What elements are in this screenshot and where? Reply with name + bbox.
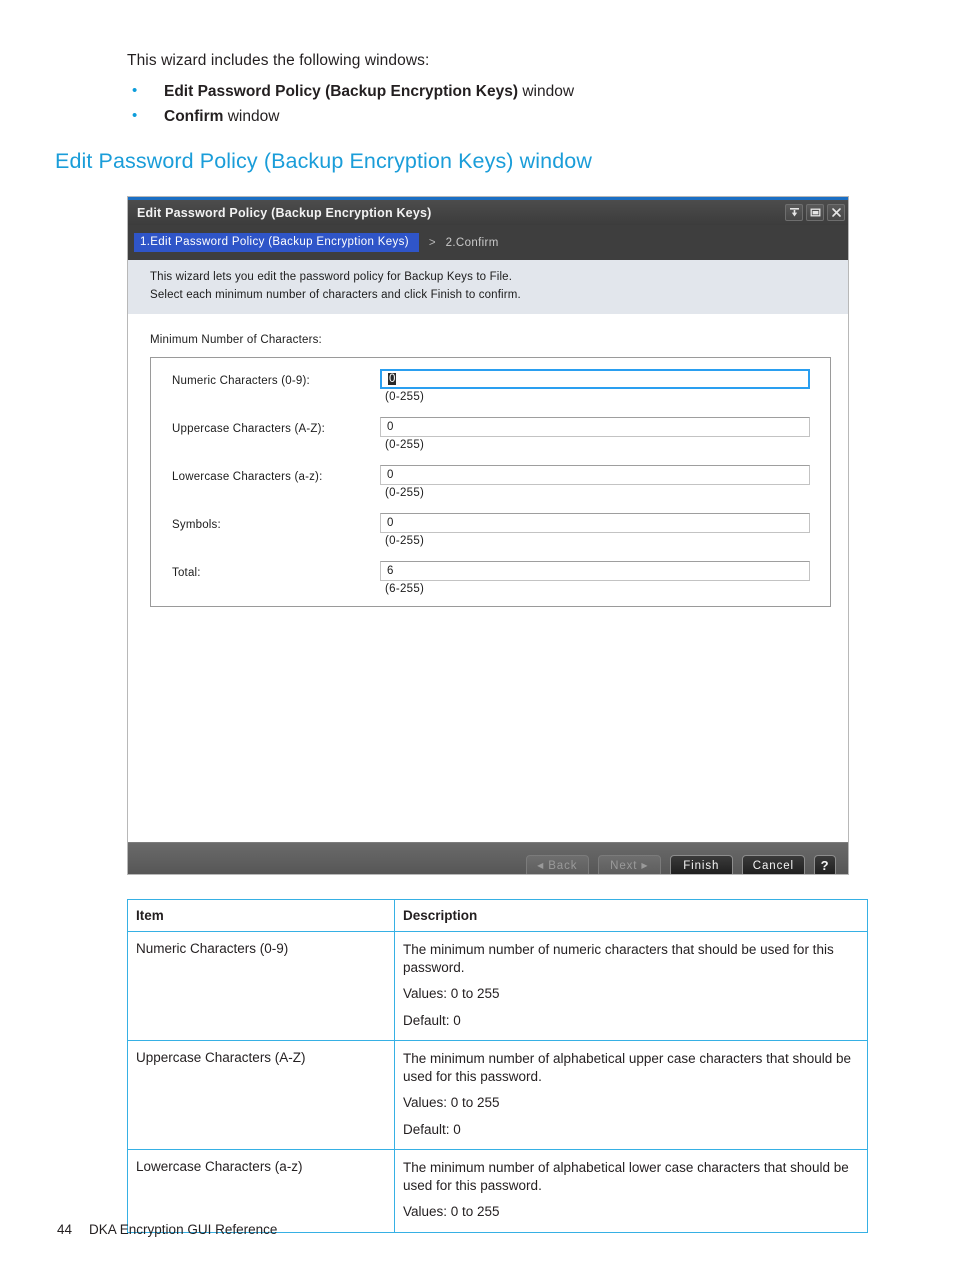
desc-values: Values: 0 to 255: [403, 1095, 500, 1111]
wizard-breadcrumb: 1.Edit Password Policy (Backup Encryptio…: [128, 225, 848, 260]
symbols-range: (0-255): [385, 534, 425, 547]
list-item-text: Edit Password Policy (Backup Encryption …: [164, 82, 574, 101]
table-row: Uppercase Characters (A-Z) The minimum n…: [127, 1040, 868, 1151]
field-row-symbols: Symbols: 0 (0-255): [151, 509, 830, 557]
list-item-rest: window: [223, 108, 280, 126]
row-description: The minimum number of alphabetical upper…: [394, 1040, 868, 1151]
left-arrow-icon: ◀: [537, 860, 545, 870]
page-number: 44: [57, 1222, 73, 1237]
desc-line: The minimum number of alphabetical upper…: [403, 1051, 851, 1084]
field-row-total: Total: 6 (6-255): [151, 557, 830, 605]
total-input[interactable]: 6: [380, 560, 810, 581]
list-item-bold: Confirm: [164, 108, 224, 126]
intro-paragraph: This wizard includes the following windo…: [127, 52, 430, 69]
next-button-label: Next: [610, 859, 638, 872]
bullet-icon: •: [132, 107, 138, 125]
symbols-input[interactable]: 0: [380, 512, 810, 533]
instruction-line-1: This wizard lets you edit the password p…: [150, 271, 513, 283]
list-item-rest: window: [518, 83, 575, 100]
column-header-description: Description: [394, 899, 868, 932]
desc-values: Values: 0 to 255: [403, 986, 500, 1002]
back-button[interactable]: ◀ Back: [525, 854, 589, 874]
document-page: This wizard includes the following windo…: [0, 0, 954, 1271]
breadcrumb-step-1[interactable]: 1.Edit Password Policy (Backup Encryptio…: [134, 233, 419, 252]
uppercase-characters-input[interactable]: 0: [380, 416, 810, 437]
total-label: Total:: [172, 566, 201, 579]
numeric-characters-input[interactable]: 0: [380, 368, 810, 389]
close-icon[interactable]: [827, 204, 845, 221]
breadcrumb-separator: >: [428, 236, 436, 249]
collapse-icon[interactable]: [785, 204, 803, 221]
dialog-footer: ◀ Back Next ▶ Finish Cancel ?: [128, 841, 848, 874]
row-item: Uppercase Characters (A-Z): [127, 1040, 395, 1151]
numeric-characters-range: (0-255): [385, 390, 425, 403]
desc-default: Default: 0: [403, 1012, 461, 1028]
table-header-row: Item Description: [127, 899, 868, 932]
section-heading: Edit Password Policy (Backup Encryption …: [55, 149, 592, 173]
desc-line: The minimum number of alphabetical lower…: [403, 1160, 849, 1193]
reference-table: Item Description Numeric Characters (0-9…: [127, 899, 868, 1234]
row-item: Lowercase Characters (a-z): [127, 1149, 395, 1234]
help-button[interactable]: ?: [814, 854, 836, 874]
desc-line: The minimum number of numeric characters…: [403, 942, 834, 975]
minimum-characters-fieldset: Numeric Characters (0-9): 0 (0-255) Uppe…: [150, 356, 831, 607]
list-item-text: Confirm window: [164, 107, 279, 126]
maximize-icon[interactable]: [806, 204, 824, 221]
field-row-lowercase: Lowercase Characters (a-z): 0 (0-255): [151, 461, 830, 509]
field-row-uppercase: Uppercase Characters (A-Z): 0 (0-255): [151, 413, 830, 461]
back-button-label: Back: [548, 859, 578, 872]
uppercase-characters-label: Uppercase Characters (A-Z):: [172, 422, 326, 435]
row-description: The minimum number of alphabetical lower…: [394, 1149, 868, 1234]
instruction-line-2: Select each minimum number of characters…: [150, 288, 521, 301]
row-description: The minimum number of numeric characters…: [394, 930, 868, 1042]
lowercase-characters-range: (0-255): [385, 486, 425, 499]
table-row: Lowercase Characters (a-z) The minimum n…: [127, 1149, 868, 1234]
book-title: DKA Encryption GUI Reference: [89, 1222, 278, 1237]
list-item: • Edit Password Policy (Backup Encryptio…: [127, 82, 867, 101]
dialog-title: Edit Password Policy (Backup Encryption …: [137, 205, 432, 220]
desc-values: Values: 0 to 255: [403, 1204, 500, 1220]
total-range: (6-255): [385, 582, 425, 595]
column-header-item: Item: [127, 899, 395, 932]
field-row-numeric: Numeric Characters (0-9): 0 (0-255): [151, 365, 830, 413]
row-item: Numeric Characters (0-9): [127, 930, 395, 1042]
desc-default: Default: 0: [403, 1121, 461, 1137]
window-bullet-list: • Edit Password Policy (Backup Encryptio…: [127, 82, 867, 133]
numeric-characters-label: Numeric Characters (0-9):: [172, 374, 310, 387]
bullet-icon: •: [132, 82, 138, 99]
right-arrow-icon: ▶: [641, 860, 649, 870]
window-controls: [785, 204, 845, 221]
next-button[interactable]: Next ▶: [597, 854, 661, 874]
uppercase-characters-range: (0-255): [385, 438, 425, 451]
table-row: Numeric Characters (0-9) The minimum num…: [127, 930, 868, 1042]
finish-button[interactable]: Finish: [669, 854, 733, 874]
list-item-bold: Edit Password Policy (Backup Encryption …: [164, 83, 519, 100]
dialog-titlebar: Edit Password Policy (Backup Encryption …: [128, 200, 848, 225]
symbols-label: Symbols:: [172, 518, 221, 531]
numeric-characters-value: 0: [388, 372, 397, 385]
group-caption: Minimum Number of Characters:: [150, 333, 322, 346]
dialog-screenshot: Edit Password Policy (Backup Encryption …: [127, 196, 849, 875]
page-footer: 44 DKA Encryption GUI Reference: [57, 1222, 277, 1237]
list-item: • Confirm window: [127, 107, 867, 126]
instruction-band: This wizard lets you edit the password p…: [128, 260, 848, 314]
lowercase-characters-input[interactable]: 0: [380, 464, 810, 485]
cancel-button[interactable]: Cancel: [741, 854, 805, 874]
dialog-body: Minimum Number of Characters: Numeric Ch…: [128, 313, 848, 842]
breadcrumb-step-2[interactable]: 2.Confirm: [446, 237, 499, 249]
lowercase-characters-label: Lowercase Characters (a-z):: [172, 470, 323, 483]
